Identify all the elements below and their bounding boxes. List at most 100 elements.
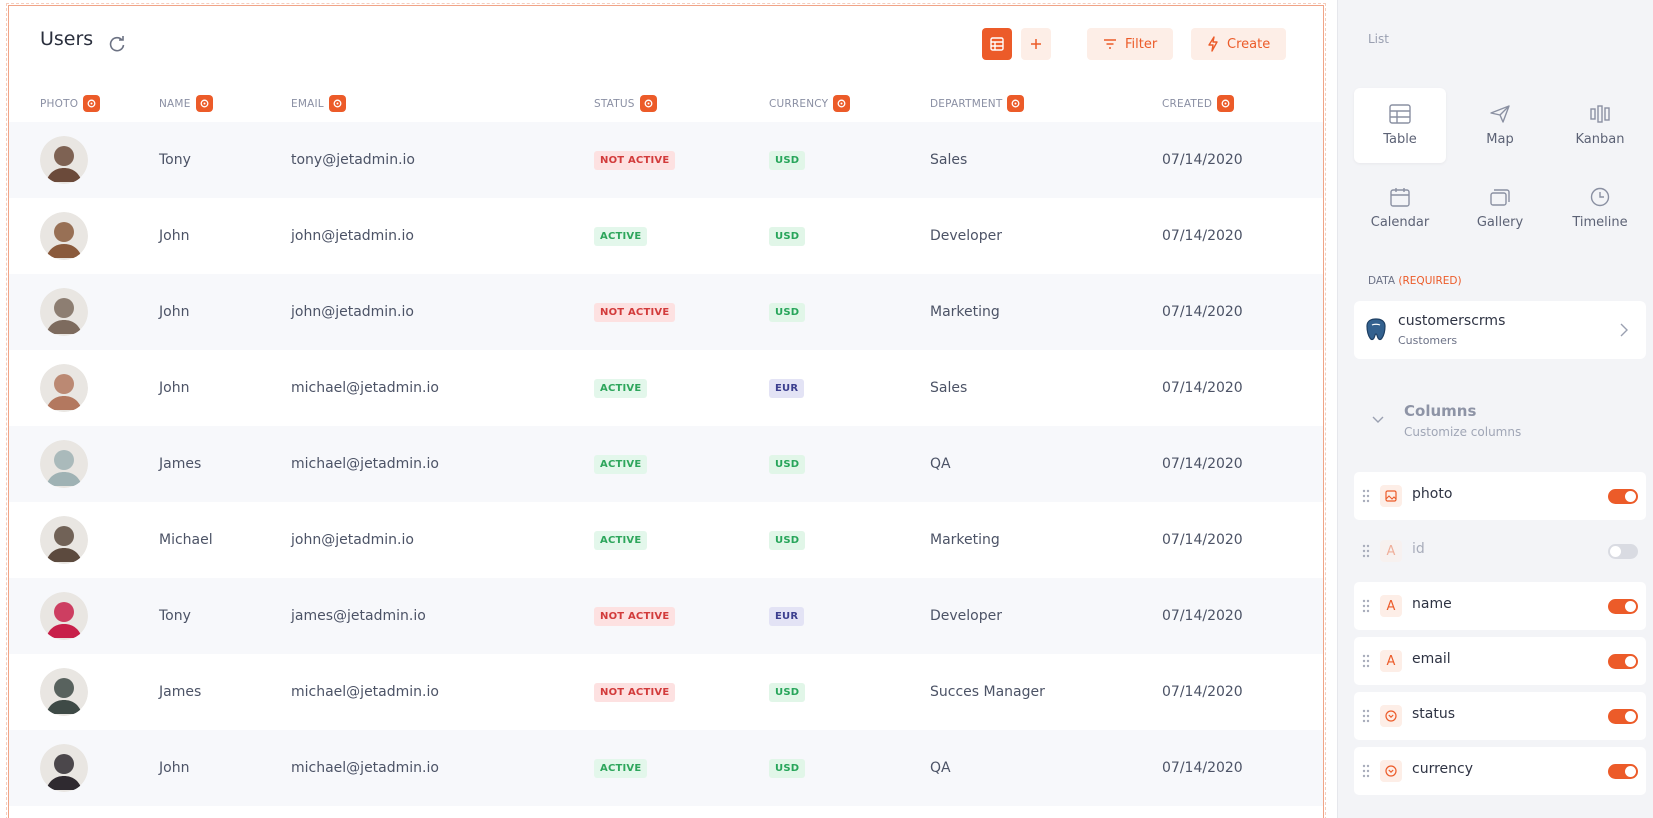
column-header-currency[interactable]: CURRENCY (769, 95, 851, 112)
gear-icon[interactable] (833, 95, 851, 112)
table-row[interactable]: John john@jetadmin.io ACTIVE USD Develop… (9, 198, 1323, 274)
table-row[interactable]: John john@jetadmin.io NOT ACTIVE USD Mar… (9, 274, 1323, 350)
column-visibility-toggle[interactable] (1608, 544, 1638, 559)
table-row[interactable]: Tony james@jetadmin.io NOT ACTIVE EUR De… (9, 578, 1323, 654)
column-visibility-toggle[interactable] (1608, 489, 1638, 504)
created-cell: 07/14/2020 (1162, 760, 1243, 776)
email-cell: john@jetadmin.io (291, 228, 414, 244)
view-gallery[interactable]: Gallery (1454, 171, 1546, 246)
avatar (40, 516, 88, 564)
column-item-status[interactable]: status (1354, 692, 1646, 740)
table-row[interactable]: James michael@jetadmin.io NOT ACTIVE USD… (9, 654, 1323, 730)
gear-icon[interactable] (195, 95, 213, 112)
column-item-name[interactable]: A name (1354, 582, 1646, 630)
status-cell: ACTIVE (594, 502, 648, 578)
table-row[interactable]: Michael john@jetadmin.io ACTIVE USD Mark… (9, 502, 1323, 578)
column-item-id[interactable]: A id (1354, 527, 1646, 575)
status-badge: ACTIVE (594, 530, 648, 550)
view-calendar[interactable]: Calendar (1354, 171, 1446, 246)
name-cell: James (159, 684, 202, 700)
chevron-down-icon (1372, 416, 1384, 423)
gear-icon[interactable] (1007, 95, 1025, 112)
create-button[interactable]: Create (1191, 28, 1287, 60)
gear-icon[interactable] (83, 95, 101, 112)
drag-handle-icon[interactable] (1362, 708, 1370, 724)
columns-title: Columns (1404, 402, 1477, 420)
view-table[interactable]: Table (1354, 88, 1446, 163)
text-type-icon: A (1380, 650, 1402, 672)
table-row[interactable]: Tony tony@jetadmin.io NOT ACTIVE USD Sal… (9, 122, 1323, 198)
currency-cell: USD (769, 502, 806, 578)
view-kanban[interactable]: Kanban (1554, 88, 1646, 163)
column-visibility-toggle[interactable] (1608, 654, 1638, 669)
status-badge: ACTIVE (594, 758, 648, 778)
drag-handle-icon[interactable] (1362, 763, 1370, 779)
column-visibility-toggle[interactable] (1608, 599, 1638, 614)
column-header-created[interactable]: CREATED (1162, 95, 1235, 112)
created-cell: 07/14/2020 (1162, 456, 1243, 472)
department-cell: Developer (930, 608, 1003, 624)
column-header-name[interactable]: NAME (159, 95, 213, 112)
avatar (40, 592, 88, 640)
photo-cell (40, 426, 88, 502)
table-header: Users Filter Create (9, 6, 1323, 86)
create-label: Create (1227, 36, 1271, 52)
column-header-status[interactable]: STATUS (594, 95, 657, 112)
column-visibility-toggle[interactable] (1608, 764, 1638, 779)
drag-handle-icon[interactable] (1362, 598, 1370, 614)
photo-cell (40, 502, 88, 578)
columns-section-toggle[interactable]: Columns Customize columns (1372, 400, 1642, 450)
avatar (40, 136, 88, 184)
column-visibility-toggle[interactable] (1608, 709, 1638, 724)
name-cell: John (159, 304, 190, 320)
image-icon (1380, 485, 1402, 507)
filter-button[interactable]: Filter (1087, 28, 1174, 60)
currency-badge: USD (769, 302, 806, 322)
created-cell: 07/14/2020 (1162, 152, 1243, 168)
view-map[interactable]: Map (1454, 88, 1546, 163)
status-cell: ACTIVE (594, 350, 648, 426)
select-type-icon (1380, 705, 1402, 727)
column-header-email[interactable]: EMAIL (291, 95, 346, 112)
currency-badge: EUR (769, 378, 805, 398)
column-item-email[interactable]: A email (1354, 637, 1646, 685)
department-cell: Marketing (930, 304, 1000, 320)
column-header-photo[interactable]: PHOTO (40, 95, 101, 112)
kanban-icon (1590, 105, 1610, 123)
table-row[interactable]: James michael@jetadmin.io ACTIVE USD QA … (9, 426, 1323, 502)
drag-handle-icon[interactable] (1362, 653, 1370, 669)
email-cell: michael@jetadmin.io (291, 760, 439, 776)
status-cell: ACTIVE (594, 198, 648, 274)
currency-badge: USD (769, 682, 806, 702)
photo-cell (40, 654, 88, 730)
drag-handle-icon[interactable] (1362, 488, 1370, 504)
currency-cell: USD (769, 274, 806, 350)
refresh-icon[interactable] (107, 34, 127, 54)
send-icon (1490, 105, 1510, 123)
gear-icon[interactable] (328, 95, 346, 112)
created-cell: 07/14/2020 (1162, 304, 1243, 320)
gear-icon[interactable] (1217, 95, 1235, 112)
status-badge: NOT ACTIVE (594, 150, 676, 170)
status-cell: NOT ACTIVE (594, 122, 676, 198)
email-cell: tony@jetadmin.io (291, 152, 415, 168)
column-item-photo[interactable]: photo (1354, 472, 1646, 520)
gear-icon[interactable] (639, 95, 657, 112)
table-view-button[interactable] (982, 28, 1012, 60)
column-item-currency[interactable]: currency (1354, 747, 1646, 795)
drag-handle-icon[interactable] (1362, 543, 1370, 559)
view-timeline[interactable]: Timeline (1554, 171, 1646, 246)
add-button[interactable] (1021, 28, 1051, 60)
email-cell: james@jetadmin.io (291, 608, 426, 624)
currency-badge: USD (769, 454, 806, 474)
created-cell: 07/14/2020 (1162, 532, 1243, 548)
department-cell: Succes Manager (930, 684, 1045, 700)
settings-sidebar: List Table Map Kanban Calendar Gallery T… (1337, 0, 1653, 818)
datasource-select[interactable]: customerscrms Customers (1354, 301, 1646, 359)
table-row[interactable]: John michael@jetadmin.io ACTIVE USD QA 0… (9, 730, 1323, 806)
avatar (40, 364, 88, 412)
status-cell: ACTIVE (594, 426, 648, 502)
table-row[interactable]: John michael@jetadmin.io ACTIVE EUR Sale… (9, 350, 1323, 426)
department-cell: Sales (930, 380, 968, 396)
column-header-department[interactable]: DEPARTMENT (930, 95, 1025, 112)
